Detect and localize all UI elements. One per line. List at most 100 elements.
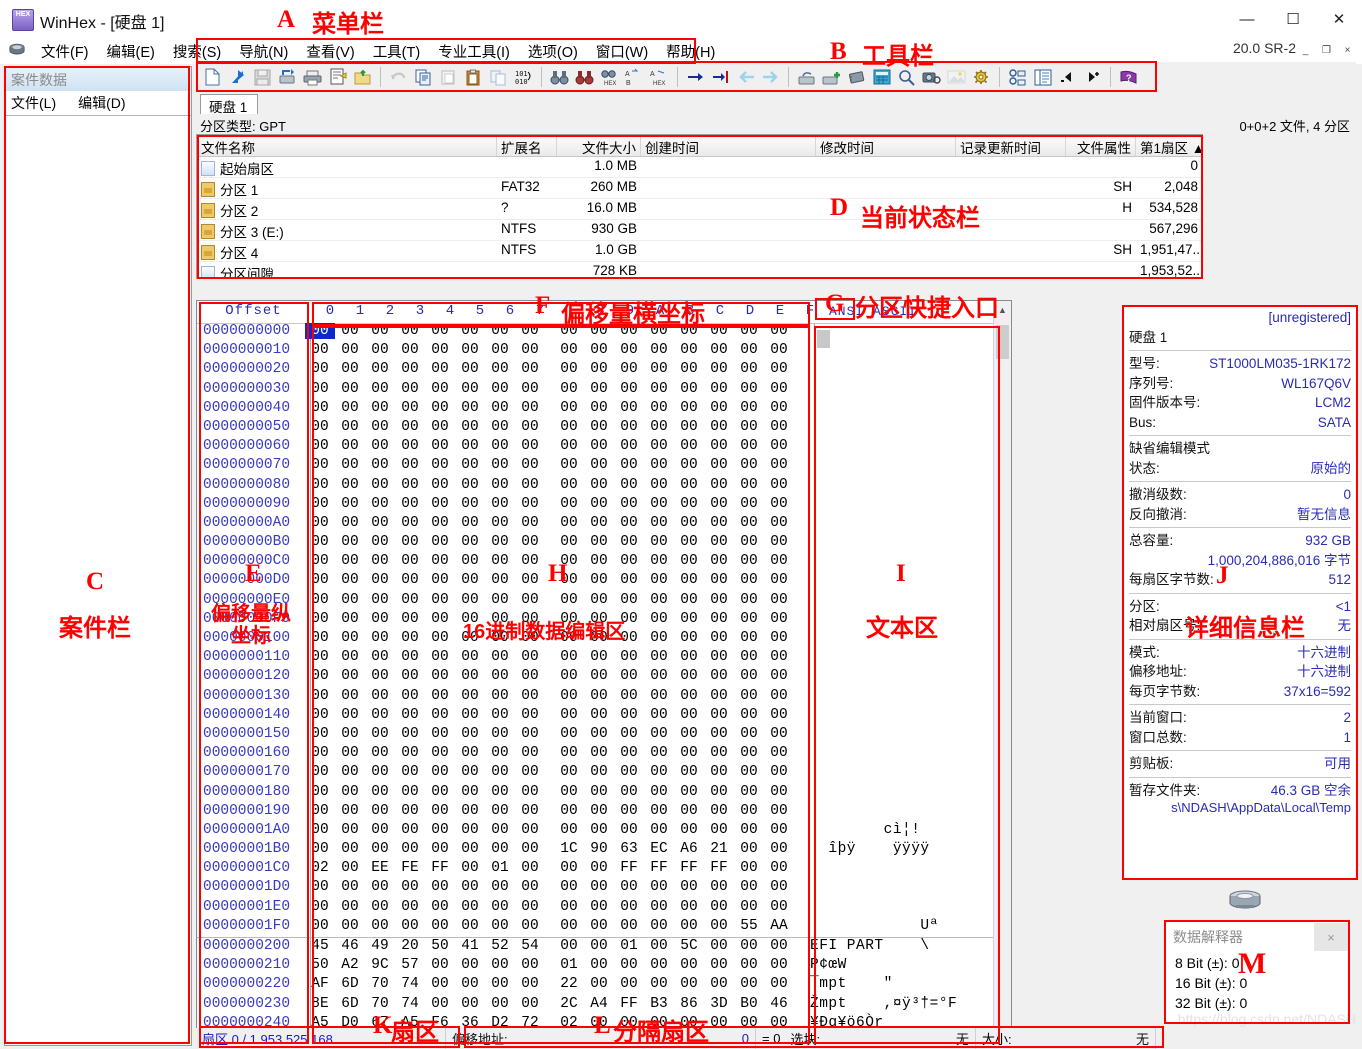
hex-byte[interactable]: 00 [584,976,614,992]
hex-bytes[interactable]: 00000000000000000000000000000000 [305,400,802,416]
hex-byte[interactable]: 00 [515,841,545,857]
hex-byte[interactable]: 00 [395,457,425,473]
open-folder-icon[interactable] [350,65,375,89]
hex-byte[interactable]: 00 [395,764,425,780]
hex-byte[interactable]: 00 [335,726,365,742]
prev-partition-icon[interactable] [1055,65,1080,89]
hex-ascii-text[interactable]: P¢œW [802,957,987,973]
hex-byte[interactable]: 00 [584,534,614,550]
hex-byte[interactable]: 00 [395,630,425,646]
hex-col-C[interactable]: C [705,303,735,319]
hex-byte[interactable]: 00 [455,496,485,512]
hex-byte[interactable]: 00 [764,957,794,973]
hex-byte[interactable]: 00 [704,879,734,895]
hex-byte[interactable]: 00 [485,515,515,531]
hex-byte[interactable]: 00 [365,496,395,512]
hex-byte[interactable]: 00 [365,477,395,493]
hex-byte[interactable]: 00 [425,477,455,493]
hex-byte[interactable]: 00 [365,611,395,627]
hex-byte[interactable]: 00 [335,438,365,454]
hex-row[interactable]: 0000000150000000000000000000000000000000… [197,726,1011,745]
hex-bytes[interactable]: 00000000000000000000000000000000 [305,515,802,531]
hex-byte[interactable]: 00 [614,784,644,800]
hex-byte[interactable]: 00 [485,553,515,569]
hex-bytes[interactable]: 00000000000000000000000000000000 [305,707,802,723]
hex-byte[interactable]: 00 [764,400,794,416]
hex-byte[interactable]: 00 [584,918,614,934]
hex-row[interactable]: 0000000120000000000000000000000000000000… [197,668,1011,687]
hex-row[interactable]: 0000000220AF6D70740000000022000000000000… [197,976,1011,995]
hex-byte[interactable]: 00 [584,572,614,588]
hex-byte[interactable]: 00 [515,457,545,473]
hex-byte[interactable]: 55 [734,918,764,934]
hex-byte[interactable]: 00 [584,342,614,358]
hex-row[interactable]: 00000000E0000000000000000000000000000000… [197,592,1011,611]
replace-hex-icon[interactable]: AHEX [647,65,672,89]
hex-row[interactable]: 0000000110000000000000000000000000000000… [197,649,1011,668]
hex-byte[interactable]: 00 [554,726,584,742]
file-recovery-icon[interactable] [1005,65,1030,89]
hex-byte[interactable]: 00 [584,726,614,742]
hex-byte[interactable]: 00 [485,400,515,416]
hex-byte[interactable]: 00 [515,726,545,742]
find-binoculars-icon[interactable] [547,65,572,89]
hex-byte[interactable]: 00 [485,457,515,473]
hex-byte[interactable]: 00 [455,553,485,569]
hex-byte[interactable]: 00 [584,592,614,608]
hex-byte[interactable]: 00 [734,841,764,857]
hex-byte[interactable]: 00 [425,361,455,377]
column-header-attributes[interactable]: 文件属性 [1066,135,1136,156]
hex-ascii-text[interactable]: cì¦! [802,822,987,838]
hex-byte[interactable]: 00 [764,707,794,723]
hex-byte[interactable]: 00 [734,534,764,550]
hex-byte[interactable]: 45 [305,938,335,954]
hex-byte[interactable]: 00 [584,803,614,819]
hex-byte[interactable]: 00 [554,899,584,915]
hex-byte[interactable]: 00 [674,976,704,992]
hex-byte[interactable]: 00 [425,841,455,857]
hex-byte[interactable]: 00 [425,515,455,531]
hex-byte[interactable]: B0 [734,996,764,1012]
hex-bytes[interactable]: 00000000000000000000000000000000 [305,572,802,588]
ram-editor-icon[interactable] [844,65,869,89]
hex-byte[interactable]: 41 [455,938,485,954]
menu-item-specialist[interactable]: 专业工具(I) [429,39,519,64]
hex-byte[interactable]: 00 [734,822,764,838]
hex-byte[interactable]: 00 [614,976,644,992]
hex-bytes[interactable]: 00000000000000000000000000000000 [305,649,802,665]
hex-byte[interactable]: 00 [554,938,584,954]
hex-byte[interactable]: 00 [614,745,644,761]
hex-col-1[interactable]: 1 [345,303,375,319]
hex-byte[interactable]: 00 [455,342,485,358]
hex-row[interactable]: 00000001C00200EEFEFF0001000000FFFFFFFF00… [197,860,1011,879]
hex-byte[interactable]: 00 [335,803,365,819]
hex-row[interactable]: 0000000100000000000000000000000000000000… [197,630,1011,649]
hex-col-8[interactable]: 8 [585,303,615,319]
hex-byte[interactable]: 00 [305,918,335,934]
hex-byte[interactable]: 00 [644,342,674,358]
hex-byte[interactable]: 00 [584,879,614,895]
hex-bytes[interactable]: 00000000000000000000000000000000 [305,822,802,838]
hex-byte[interactable]: 00 [614,918,644,934]
save-icon[interactable] [250,65,275,89]
table-row[interactable]: 分区 4NTFS1.0 GBSH1,951,47... [197,241,1202,262]
hex-byte[interactable]: 00 [584,457,614,473]
paste-into-icon[interactable] [486,65,511,89]
hex-byte[interactable]: 00 [395,726,425,742]
hex-col-6[interactable]: 6 [495,303,525,319]
hex-byte[interactable]: 00 [455,745,485,761]
hex-byte[interactable]: 00 [335,534,365,550]
hex-byte[interactable]: 00 [425,323,455,339]
hex-byte[interactable]: 00 [584,361,614,377]
hex-byte[interactable]: 46 [335,938,365,954]
hex-byte[interactable]: 00 [485,841,515,857]
hex-byte[interactable]: 00 [305,630,335,646]
binary-101-icon[interactable]: 101010 [511,65,536,89]
hex-byte[interactable]: 01 [485,860,515,876]
hex-byte[interactable]: 00 [455,822,485,838]
hex-byte[interactable]: 00 [395,899,425,915]
hex-byte[interactable]: 00 [764,457,794,473]
hex-byte[interactable]: 22 [554,976,584,992]
case-menu-edit[interactable]: 编辑(D) [78,93,125,113]
hex-byte[interactable]: FF [425,860,455,876]
